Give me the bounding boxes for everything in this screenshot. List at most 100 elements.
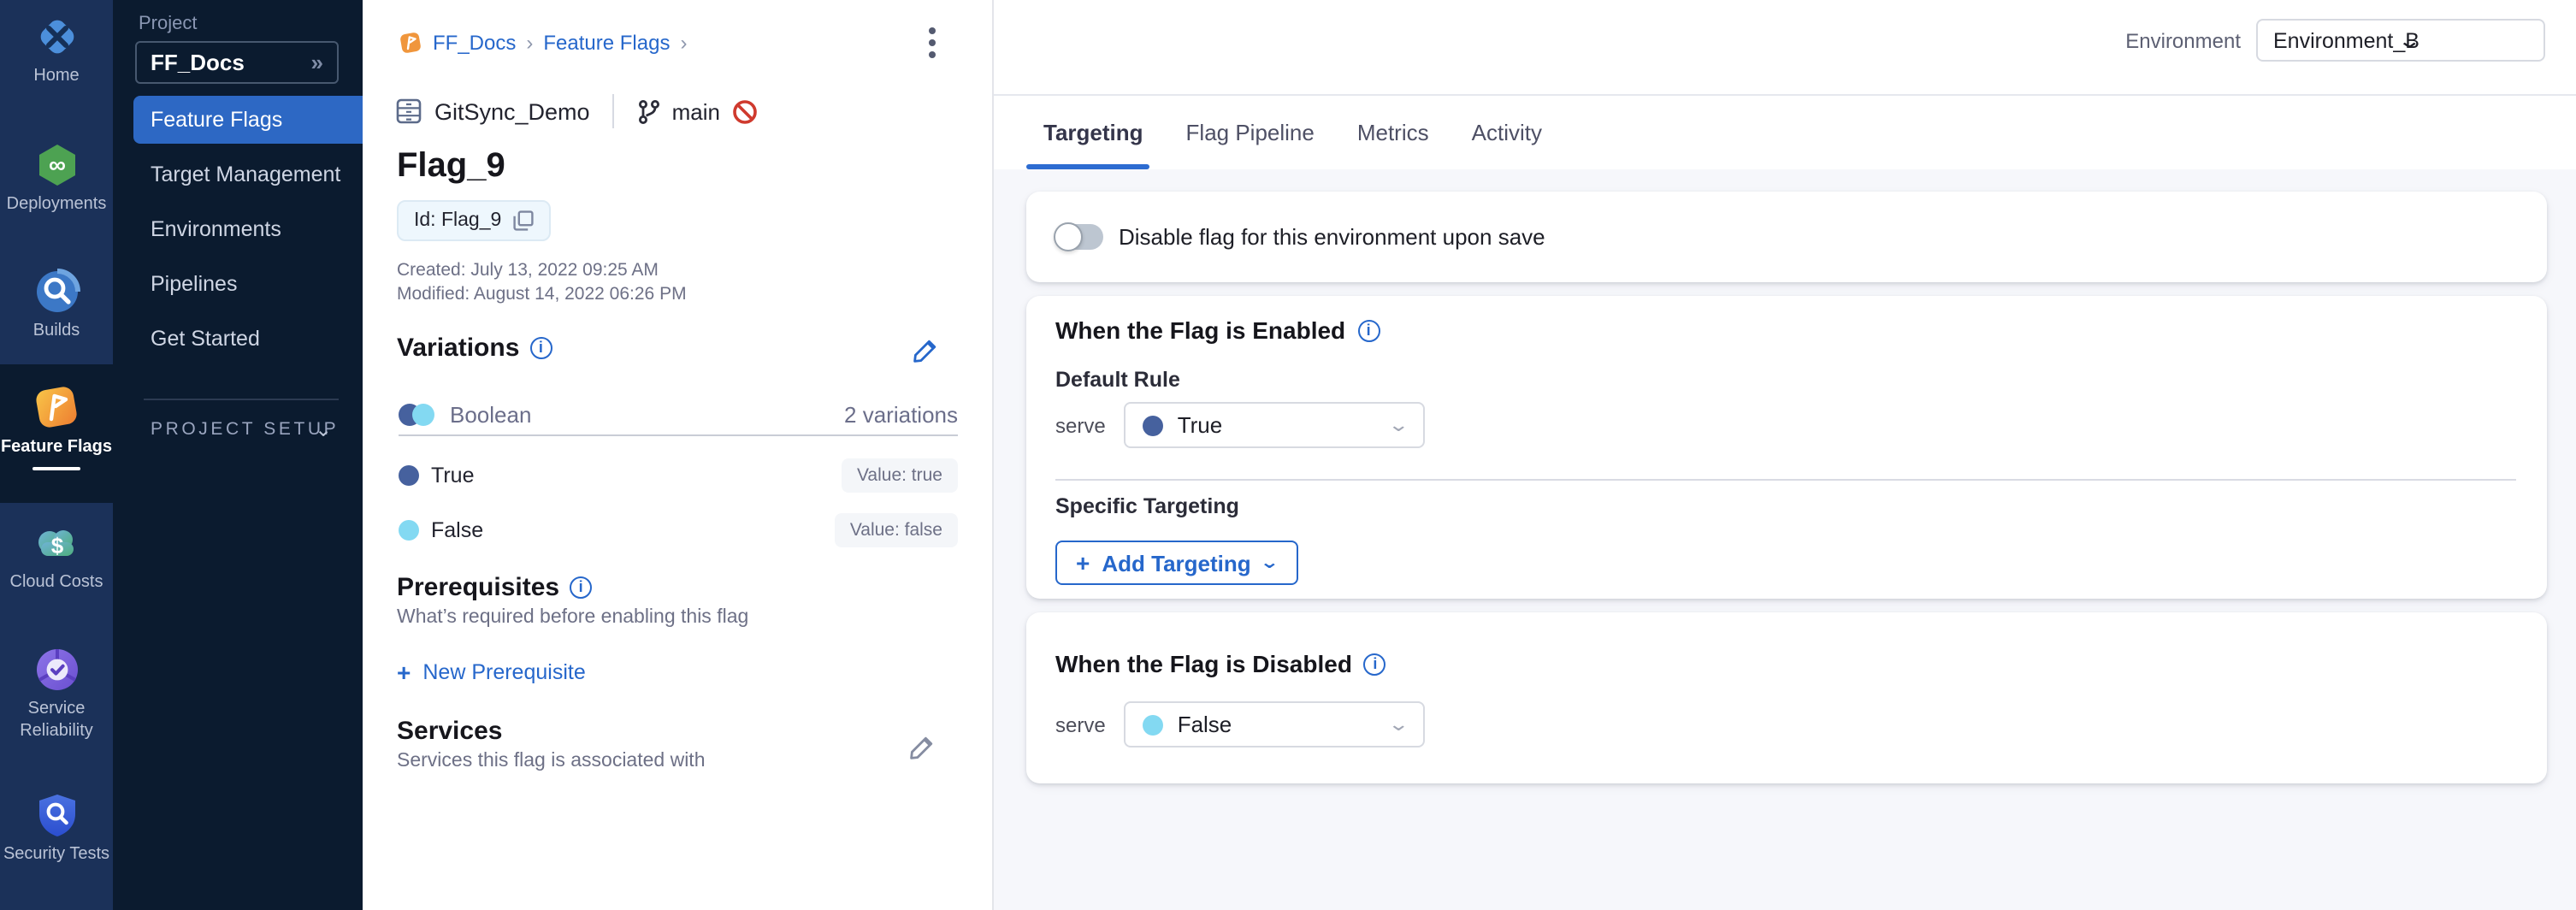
chevron-down-icon: ⌄ — [1388, 713, 1410, 736]
flag-enabled-heading: When the Flag is Enabled — [1055, 316, 1345, 344]
tab-activity[interactable]: Activity — [1472, 119, 1542, 145]
svg-text:∞: ∞ — [48, 151, 65, 178]
prerequisites-heading-row: Prerequisites i — [397, 573, 592, 602]
rail-label: Service Reliability — [0, 700, 113, 742]
rail-item-feature-flags[interactable]: Feature Flags — [0, 364, 113, 503]
project-name: FF_Docs — [151, 50, 311, 75]
breadcrumb-separator: › — [526, 31, 533, 55]
rail-label: Feature Flags — [0, 438, 113, 459]
flag-created-at: Created: July 13, 2022 09:25 AM — [397, 260, 659, 281]
tab-targeting[interactable]: Targeting — [1043, 119, 1143, 145]
flag-enabled-heading-row: When the Flag is Enabled i — [1055, 316, 1380, 344]
project-setup-toggle[interactable]: PROJECT SETUP ⌄ — [151, 419, 339, 440]
new-prerequisite-button[interactable]: New Prerequisite — [397, 659, 586, 686]
rail-item-deployments[interactable]: ∞ Deployments — [0, 142, 113, 216]
variation-type-row: Boolean 2 variations — [399, 402, 958, 428]
rail-item-home[interactable]: Home — [0, 14, 113, 88]
targeting-panel: Environment Environment_B ⌄ Targeting Fl… — [994, 0, 2576, 910]
git-branch-name[interactable]: main — [672, 98, 720, 124]
project-sidebar: Project FF_Docs » Feature Flags Target M… — [113, 0, 363, 910]
rail-label: Deployments — [0, 195, 113, 216]
services-subtitle: Services this flag is associated with — [397, 751, 706, 771]
sidebar-item-get-started[interactable]: Get Started — [133, 315, 363, 363]
git-branch-icon — [636, 98, 660, 124]
serve-value: False — [1178, 712, 1378, 737]
variation-type-label: Boolean — [450, 402, 531, 428]
default-rule-serve-row: serve True ⌄ — [1055, 402, 1426, 448]
sidebar-item-environments[interactable]: Environments — [133, 205, 363, 253]
info-icon[interactable]: i — [529, 337, 552, 359]
serve-label: serve — [1055, 712, 1106, 736]
sidebar-item-feature-flags[interactable]: Feature Flags — [133, 96, 363, 144]
disable-flag-toggle[interactable] — [1055, 224, 1103, 250]
prerequisites-subtitle: What’s required before enabling this fla… — [397, 607, 748, 628]
expand-project-icon[interactable]: » — [311, 50, 323, 75]
feature-flag-mini-icon — [399, 31, 422, 55]
copy-icon[interactable] — [513, 210, 534, 231]
variation-value-badge: Value: false — [835, 513, 958, 547]
rail-active-underline — [32, 466, 80, 470]
variations-heading: Variations — [397, 334, 519, 363]
environment-row: Environment Environment_B ⌄ — [2125, 19, 2545, 62]
project-setup-label: PROJECT SETUP — [151, 419, 339, 440]
flag-enabled-card: When the Flag is Enabled i Default Rule … — [1026, 296, 2547, 599]
divider — [612, 94, 614, 128]
plus-icon — [1076, 549, 1090, 576]
disable-flag-card: Disable flag for this environment upon s… — [1026, 192, 2547, 282]
prerequisites-heading: Prerequisites — [397, 573, 559, 602]
chevron-down-icon: ⌄ — [1388, 414, 1410, 436]
specific-targeting-label: Specific Targeting — [1055, 494, 1239, 518]
project-selector[interactable]: FF_Docs » — [135, 41, 339, 84]
rail-item-service-reliability[interactable]: Service Reliability — [0, 647, 113, 742]
git-repo-icon — [395, 98, 422, 125]
flag-options-menu-button[interactable] — [917, 24, 948, 62]
variations-heading-row: Variations i — [397, 334, 552, 363]
rail-label: Builds — [0, 322, 113, 343]
info-icon[interactable]: i — [1357, 319, 1380, 341]
divider — [399, 434, 958, 436]
variation-count: 2 variations — [844, 402, 958, 428]
flag-disabled-card: When the Flag is Disabled i serve False … — [1026, 612, 2547, 783]
default-rule-variation-select[interactable]: True ⌄ — [1125, 402, 1426, 448]
variation-row-false: False Value: false — [399, 513, 958, 547]
project-section-label: Project — [139, 14, 198, 34]
flag-modified-at: Modified: August 14, 2022 06:26 PM — [397, 284, 687, 304]
flag-id-chip: Id: Flag_9 — [397, 200, 551, 241]
targeting-content: Disable flag for this environment upon s… — [994, 169, 2576, 910]
info-icon[interactable]: i — [1364, 653, 1386, 675]
rail-item-builds[interactable]: Builds — [0, 269, 113, 343]
environment-label: Environment — [2125, 28, 2241, 52]
git-repo-name[interactable]: GitSync_Demo — [434, 98, 590, 124]
false-variation-dot — [1143, 714, 1164, 735]
chevron-down-icon: ⌄ — [315, 417, 332, 441]
rail-label: Cloud Costs — [0, 573, 113, 594]
sidebar-item-pipelines[interactable]: Pipelines — [133, 260, 363, 308]
disable-flag-label: Disable flag for this environment upon s… — [1119, 224, 1545, 250]
edit-services-button[interactable] — [907, 732, 937, 763]
sidebar-divider — [144, 399, 339, 400]
environment-select[interactable]: Environment_B ⌄ — [2256, 19, 2545, 62]
rail-item-cloud-costs[interactable]: $ Cloud Costs — [0, 520, 113, 594]
cloud-costs-icon: $ — [33, 520, 80, 566]
breadcrumb-project-link[interactable]: FF_Docs — [433, 31, 516, 55]
chevron-down-icon: ⌄ — [1260, 553, 1279, 572]
edit-variations-button[interactable] — [910, 335, 941, 366]
feature-flags-icon — [32, 383, 80, 431]
add-targeting-button[interactable]: Add Targeting ⌄ — [1055, 541, 1297, 585]
rail-item-security-tests[interactable]: Security Tests — [0, 792, 113, 866]
svg-text:$: $ — [50, 533, 63, 558]
tab-flag-pipeline[interactable]: Flag Pipeline — [1186, 119, 1315, 145]
sidebar-item-target-management[interactable]: Target Management — [133, 151, 363, 198]
variation-value-badge: Value: true — [842, 458, 958, 493]
flag-detail-column: FF_Docs › Feature Flags › GitSync_Demo m… — [363, 0, 994, 910]
flag-disabled-heading-row: When the Flag is Disabled i — [1055, 650, 1386, 677]
services-heading-row: Services — [397, 717, 502, 746]
info-icon[interactable]: i — [570, 576, 592, 599]
disabled-variation-select[interactable]: False ⌄ — [1125, 701, 1426, 748]
breadcrumb-feature-flags-link[interactable]: Feature Flags — [543, 31, 670, 55]
harness-home-icon — [33, 14, 80, 60]
default-rule-label: Default Rule — [1055, 368, 1180, 392]
breadcrumb-separator: › — [680, 31, 687, 55]
tab-metrics[interactable]: Metrics — [1357, 119, 1429, 145]
add-targeting-label: Add Targeting — [1102, 550, 1250, 576]
